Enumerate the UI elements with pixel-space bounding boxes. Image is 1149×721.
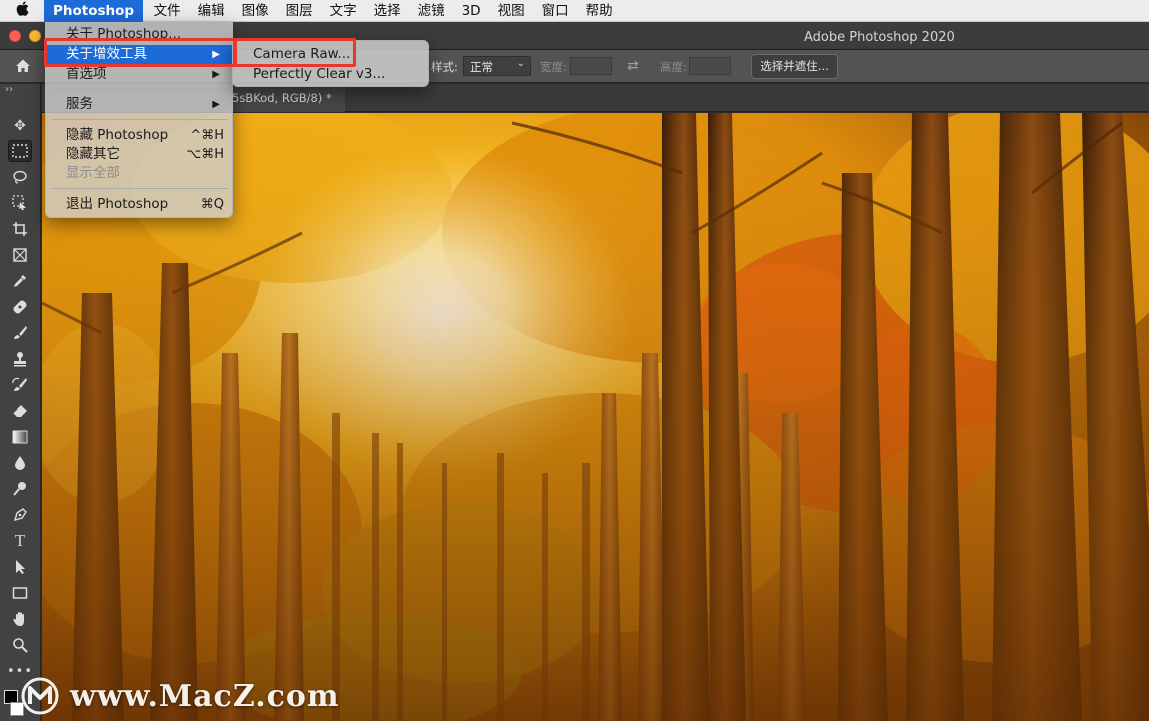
zoom-tool-icon[interactable] — [8, 634, 32, 656]
menu-item-label: 首选项 — [66, 66, 107, 82]
annotation-highlight-box — [44, 38, 236, 67]
menu-item-label: 隐藏 Photoshop — [66, 127, 169, 143]
menu-item-label: 服务 — [66, 96, 93, 112]
menubar-type[interactable]: 文字 — [321, 0, 365, 22]
menu-separator — [52, 119, 228, 120]
document-tab-label: 5sBKod, RGB/8) * — [232, 91, 332, 105]
style-select[interactable]: 正常 ⌄ — [463, 56, 531, 76]
rectangle-tool-icon[interactable] — [8, 582, 32, 604]
submenu-arrow-icon: ▶ — [212, 99, 220, 110]
menubar-file[interactable]: 文件 — [145, 0, 189, 22]
macz-logo-icon — [20, 676, 60, 716]
menu-item-show-all: 显示全部 — [46, 164, 232, 183]
select-and-mask-button[interactable]: 选择并遮住... — [751, 54, 838, 79]
menubar-window[interactable]: 窗口 — [533, 0, 577, 22]
style-label: 样式: — [431, 60, 458, 74]
dodge-tool-icon[interactable] — [8, 478, 32, 500]
height-input[interactable] — [689, 57, 731, 75]
menu-item-shortcut: ⌘Q — [200, 197, 224, 212]
chevron-down-icon: ⌄ — [516, 58, 525, 69]
watermark-text: www.MacZ.com — [70, 678, 340, 714]
menu-item-label: 退出 Photoshop — [66, 196, 169, 212]
healing-brush-tool-icon[interactable] — [8, 296, 32, 318]
menubar-layer[interactable]: 图层 — [277, 0, 321, 22]
menubar-filter[interactable]: 滤镜 — [409, 0, 453, 22]
menubar-view[interactable]: 视图 — [489, 0, 533, 22]
menu-item-shortcut: ⌥⌘H — [186, 147, 224, 162]
menu-item-preferences[interactable]: 首选项 ▶ — [46, 65, 232, 84]
apple-icon[interactable] — [0, 1, 44, 20]
marquee-tool-icon[interactable] — [8, 140, 32, 162]
clone-stamp-tool-icon[interactable] — [8, 348, 32, 370]
menu-item-quit-photoshop[interactable]: 退出 Photoshop ⌘Q — [46, 195, 232, 214]
menu-item-hide-photoshop[interactable]: 隐藏 Photoshop ^⌘H — [46, 126, 232, 145]
menubar-select[interactable]: 选择 — [365, 0, 409, 22]
blur-tool-icon[interactable] — [8, 452, 32, 474]
frame-tool-icon[interactable] — [8, 244, 32, 266]
menubar-3d[interactable]: 3D — [453, 0, 489, 22]
crop-tool-icon[interactable] — [8, 218, 32, 240]
object-select-tool-icon[interactable] — [8, 192, 32, 214]
menubar-app-photoshop[interactable]: Photoshop — [44, 0, 144, 22]
lasso-tool-icon[interactable] — [8, 166, 32, 188]
gradient-tool-icon[interactable] — [8, 426, 32, 448]
window-title: Adobe Photoshop 2020 — [804, 30, 955, 45]
move-tool-icon[interactable]: ✥ — [8, 115, 32, 137]
menu-item-services[interactable]: 服务 ▶ — [46, 95, 232, 114]
macos-menubar: Photoshop 文件 编辑 图像 图层 文字 选择 滤镜 3D 视图 窗口 … — [0, 0, 1149, 22]
menubar-help[interactable]: 帮助 — [577, 0, 621, 22]
menu-separator — [52, 89, 228, 90]
submenu-arrow-icon: ▶ — [212, 69, 220, 80]
menu-item-label: 显示全部 — [66, 165, 120, 181]
history-brush-tool-icon[interactable] — [8, 374, 32, 396]
watermark: www.MacZ.com — [20, 676, 340, 716]
menu-separator — [52, 188, 228, 189]
pen-tool-icon[interactable] — [8, 504, 32, 526]
eraser-tool-icon[interactable] — [8, 400, 32, 422]
menu-item-shortcut: ^⌘H — [190, 128, 224, 143]
hand-tool-icon[interactable] — [8, 608, 32, 630]
type-tool-icon[interactable]: T — [8, 530, 32, 552]
submenu-item-perfectly-clear[interactable]: Perfectly Clear v3... — [233, 64, 428, 84]
home-icon[interactable] — [12, 55, 34, 77]
swap-dimensions-icon[interactable]: ⇄ — [627, 58, 639, 74]
menubar-edit[interactable]: 编辑 — [189, 0, 233, 22]
brush-tool-icon[interactable] — [8, 322, 32, 344]
eyedropper-tool-icon[interactable] — [8, 270, 32, 292]
menu-item-label: 隐藏其它 — [66, 146, 120, 162]
width-input[interactable] — [570, 57, 612, 75]
style-select-value: 正常 — [470, 60, 493, 74]
height-label: 高度: — [660, 60, 687, 74]
annotation-highlight-box — [234, 38, 356, 67]
close-window-button[interactable] — [9, 30, 21, 42]
collapse-panel-icon[interactable]: ›› — [5, 84, 13, 95]
menu-item-hide-others[interactable]: 隐藏其它 ⌥⌘H — [46, 145, 232, 164]
minimize-window-button[interactable] — [29, 30, 41, 42]
width-label: 宽度: — [540, 60, 567, 74]
menubar-image[interactable]: 图像 — [233, 0, 277, 22]
path-selection-tool-icon[interactable] — [8, 556, 32, 578]
